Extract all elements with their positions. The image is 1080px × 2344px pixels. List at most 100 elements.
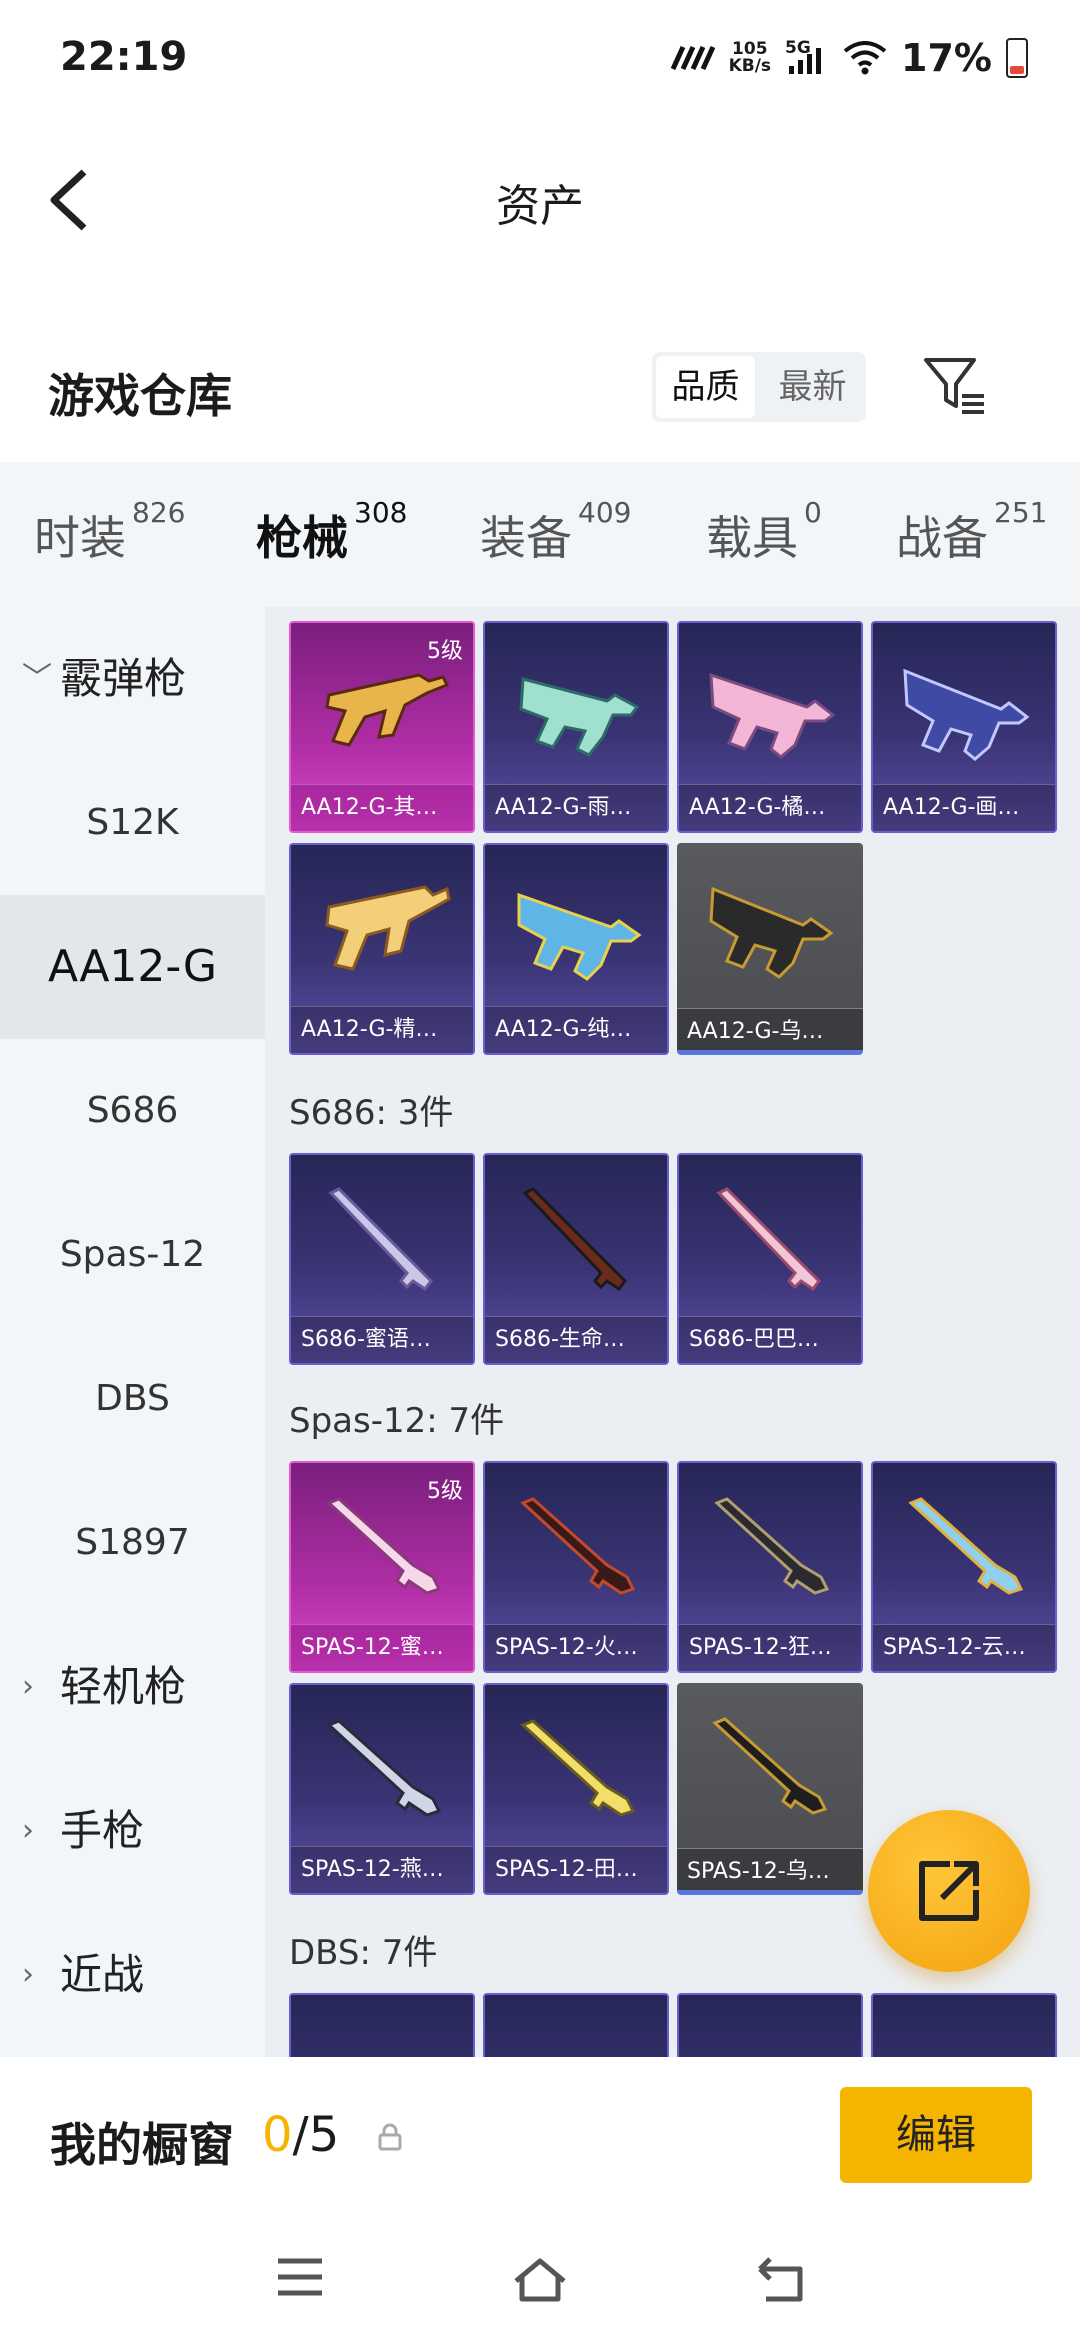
item-name: AA12-G-橘… [679,784,861,831]
sidebar-group-shotgun[interactable]: ﹀ 霰弹枪 [0,607,265,751]
showcase-title: 我的橱窗 [50,2118,234,2172]
item-name: SPAS-12-蜜… [291,1624,473,1671]
tab-fashion[interactable]: 时装 826 [34,496,185,568]
system-nav-bar [0,2207,1080,2344]
item-card[interactable]: S686-巴巴… [677,1153,863,1365]
sidebar-item-s12k[interactable]: S12K [0,751,265,895]
sidebar-group-label: 近战 [60,1950,145,1999]
item-name: S686-巴巴… [679,1316,861,1363]
sidebar-item-aa12g[interactable]: AA12-G [0,895,265,1039]
shotgun-skin-icon [325,885,451,971]
share-icon [919,1861,979,1921]
edit-button[interactable]: 编辑 [840,2087,1032,2183]
status-icons: 105 KB/s 5G 17% [669,36,1028,80]
item-card[interactable]: S686-生命… [483,1153,669,1365]
sort-toggle: 品质 最新 [652,352,866,422]
item-card[interactable]: AA12-G-纯… [483,843,669,1055]
sidebar-item-spas12[interactable]: Spas-12 [0,1183,265,1327]
tab-firearms[interactable]: 枪械 308 [256,496,407,616]
item-name: S686-生命… [485,1316,667,1363]
item-card[interactable]: SPAS-12-狂… [677,1461,863,1673]
sidebar-group-label: 霰弹枪 [60,654,187,703]
sort-newest-button[interactable]: 最新 [759,352,866,422]
share-button[interactable] [868,1810,1030,1972]
return-icon[interactable] [752,2255,808,2303]
sidebar-group-label: 手枪 [60,1806,145,1855]
item-card[interactable]: S686-蜜语… [289,1153,475,1365]
shotgun-skin-icon [714,1497,830,1595]
warehouse-title: 游戏仓库 [48,369,232,423]
sidebar-group-lmg[interactable]: › 轻机枪 [0,1615,265,1759]
section-header-s686: S686: 3件 [289,1093,454,1133]
section-header-dbs: DBS: 7件 [289,1933,438,1973]
sidebar-group-pistol[interactable]: › 手枪 [0,1759,265,1903]
lock-icon [378,2123,402,2151]
item-name: AA12-G-乌… [677,1008,863,1050]
item-card[interactable]: SPAS-12-田… [483,1683,669,1895]
showcase-count: 0/5 [262,2107,339,2163]
item-card[interactable]: AA12-G-乌… [677,843,863,1055]
status-bar: 22:19 105 KB/s 5G 17% [0,0,1080,120]
shotgun-skin-icon [522,1187,627,1292]
tab-label: 装备 [480,511,572,565]
item-card[interactable]: AA12-G-橘… [677,621,863,833]
shotgun-skin-icon [709,886,834,979]
sidebar-group-label: 轻机枪 [60,1662,187,1711]
item-name: SPAS-12-云… [873,1624,1055,1671]
item-name: AA12-G-画… [873,784,1055,831]
showcase-current: 0 [262,2107,293,2163]
item-card[interactable]: AA12-G-画… [871,621,1057,833]
item-name: AA12-G-其… [291,784,473,831]
wifi-icon [843,41,887,75]
item-card[interactable] [289,1993,475,2057]
tab-count: 251 [994,496,1048,529]
shotgun-skin-icon [903,668,1030,761]
item-card[interactable]: SPAS-12-云… [871,1461,1057,1673]
item-card[interactable]: AA12-G-精… [289,843,475,1055]
home-icon[interactable] [510,2255,570,2303]
section-header-spas12: Spas-12: 7件 [289,1401,505,1441]
chevron-right-icon: › [22,1813,34,1848]
item-name: AA12-G-雨… [485,784,667,831]
tab-count: 308 [354,496,408,529]
shotgun-skin-icon [709,672,836,759]
battery-icon [1006,38,1028,78]
item-card[interactable]: 5级 SPAS-12-蜜… [289,1461,475,1673]
sidebar-item-s686[interactable]: S686 [0,1039,265,1183]
item-card[interactable]: 5级 AA12-G-其… [289,621,475,833]
item-card[interactable]: AA12-G-雨… [483,621,669,833]
shotgun-skin-icon [908,1497,1024,1595]
shotgun-skin-icon [517,892,642,981]
tab-label: 时装 [34,511,126,565]
page-title: 资产 [496,181,584,232]
filter-icon[interactable] [920,352,988,420]
item-card[interactable]: SPAS-12-燕… [289,1683,475,1895]
item-name: AA12-G-精… [291,1006,473,1053]
item-card[interactable]: SPAS-12-火… [483,1461,669,1673]
sidebar-item-s1897[interactable]: S1897 [0,1471,265,1615]
tab-equipment[interactable]: 装备 409 [480,496,631,568]
menu-icon[interactable] [274,2255,326,2299]
tab-count: 0 [804,496,822,529]
shotgun-skin-icon [325,673,450,747]
item-card[interactable] [677,1993,863,2057]
tab-vehicles[interactable]: 载具 0 [706,496,822,568]
chevron-right-icon: › [22,1957,34,1992]
shotgun-skin-icon [326,1497,442,1595]
tab-label: 战备 [896,511,988,565]
warehouse-header: 游戏仓库 品质 最新 [0,330,1080,460]
item-card[interactable] [483,1993,669,2057]
item-card[interactable]: SPAS-12-乌… [677,1683,863,1895]
item-name: AA12-G-纯… [485,1006,667,1053]
shotgun-skin-icon [326,1719,442,1817]
item-card[interactable] [871,1993,1057,2057]
shotgun-skin-icon [520,1497,636,1595]
sort-quality-button[interactable]: 品质 [656,356,755,418]
sidebar-group-melee[interactable]: › 近战 [0,1903,265,2047]
tab-supplies[interactable]: 战备 251 [896,496,1047,568]
sidebar-item-dbs[interactable]: DBS [0,1327,265,1471]
showcase-total: /5 [292,2107,340,2163]
shotgun-skin-icon [712,1717,828,1815]
network-speed: 105 KB/s [729,41,771,75]
showcase-bar: 我的橱窗 0/5 编辑 [0,2057,1080,2207]
